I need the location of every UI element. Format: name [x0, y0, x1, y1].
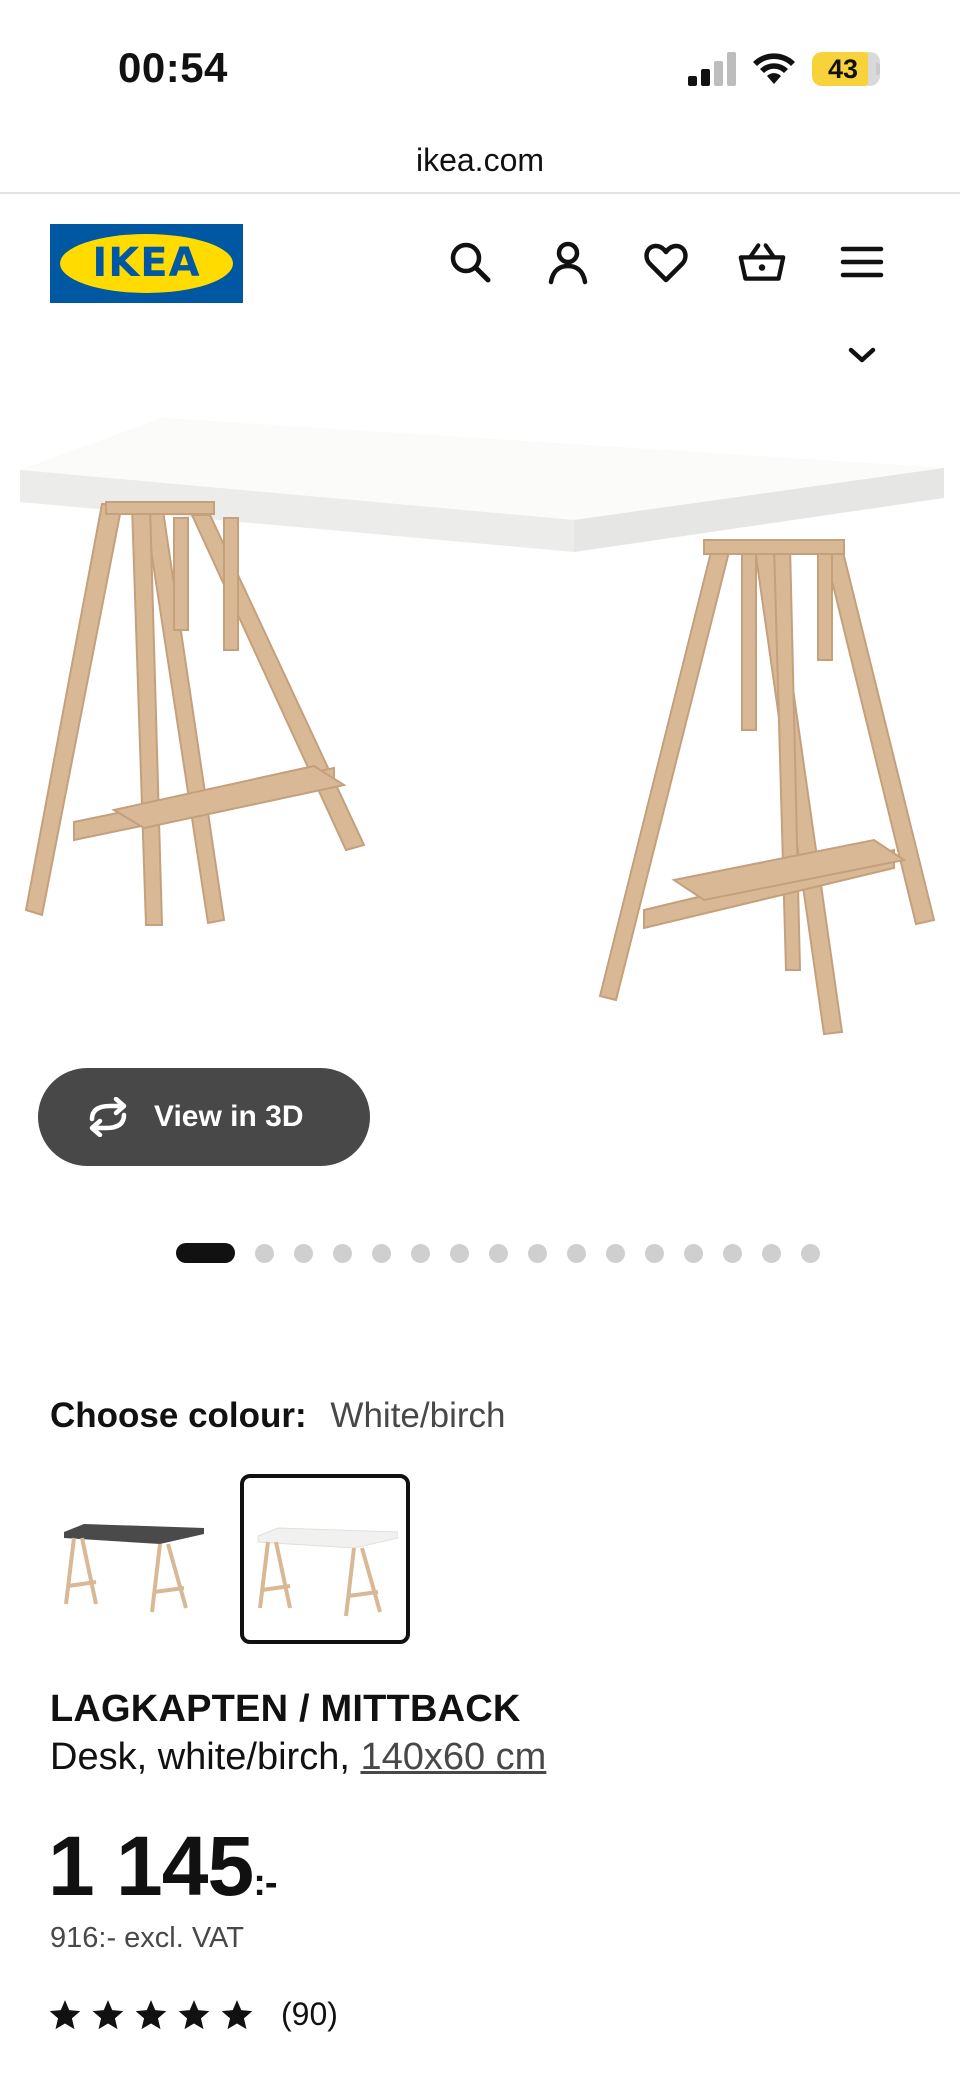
status-bar: 00:54 43	[0, 0, 960, 120]
price-value: 1 145	[48, 1819, 254, 1913]
pager-dot[interactable]	[333, 1243, 352, 1263]
rotate-3d-icon	[89, 1097, 127, 1137]
view-in-3d-button[interactable]: View in 3D	[38, 1068, 370, 1166]
pager-dot[interactable]	[762, 1243, 781, 1263]
review-count: (90)	[281, 1996, 338, 2032]
pager-dot[interactable]	[294, 1243, 313, 1263]
selected-colour: White/birch	[330, 1396, 506, 1435]
ikea-logo[interactable]: IKEA	[50, 224, 243, 303]
pager-dot[interactable]	[567, 1243, 586, 1263]
logo-text: IKEA	[92, 240, 201, 286]
site-header: IKEA	[0, 196, 960, 326]
colour-label: Choose colour:	[50, 1396, 307, 1435]
pager-dot[interactable]	[372, 1243, 391, 1263]
basket-icon[interactable]	[738, 238, 786, 286]
chevron-down-icon[interactable]	[848, 346, 876, 364]
pager-dot[interactable]	[645, 1243, 664, 1263]
product-size-link[interactable]: 140x60 cm	[360, 1736, 546, 1778]
product-name: LAGKAPTEN / MITTBACK	[50, 1688, 521, 1730]
pager-dot[interactable]	[176, 1243, 235, 1263]
pager-dot[interactable]	[489, 1243, 508, 1263]
product-image[interactable]	[14, 410, 946, 1070]
star-icon	[49, 1999, 81, 2029]
colour-swatch-black-birch[interactable]	[50, 1474, 220, 1644]
star-icon	[92, 1999, 124, 2029]
product-rating[interactable]: (90)	[48, 1996, 338, 2033]
pager-dot[interactable]	[411, 1243, 430, 1263]
pager-dot[interactable]	[450, 1243, 469, 1263]
colour-chooser: Choose colour: White/birch	[50, 1396, 505, 1436]
view-in-3d-label: View in 3D	[154, 1100, 304, 1133]
battery-level: 43	[827, 54, 859, 84]
star-icon	[135, 1999, 167, 2029]
status-time: 00:54	[118, 44, 228, 91]
wifi-icon	[753, 53, 795, 84]
account-icon[interactable]	[544, 238, 592, 286]
image-pager[interactable]	[176, 1242, 840, 1264]
url-text: ikea.com	[415, 142, 545, 178]
pager-dot[interactable]	[801, 1243, 820, 1263]
heart-icon[interactable]	[642, 238, 690, 286]
pager-dot[interactable]	[723, 1243, 742, 1263]
menu-icon[interactable]	[838, 238, 886, 286]
star-icon	[178, 1999, 210, 2029]
cellular-signal-icon	[688, 52, 736, 86]
pager-dot[interactable]	[606, 1243, 625, 1263]
colour-swatch-white-birch[interactable]	[240, 1474, 410, 1644]
pager-dot[interactable]	[684, 1243, 703, 1263]
pager-dot[interactable]	[528, 1243, 547, 1263]
product-description: Desk, white/birch, 140x60 cm	[50, 1736, 546, 1779]
search-icon[interactable]	[446, 238, 494, 286]
product-price: 1 145:-	[48, 1818, 278, 1915]
price-excl-vat: 916:- excl. VAT	[50, 1922, 244, 1954]
price-suffix: :-	[253, 1862, 277, 1904]
address-bar[interactable]: ikea.com	[0, 130, 960, 194]
star-icon	[221, 1999, 253, 2029]
pager-dot[interactable]	[255, 1243, 274, 1263]
battery-icon: 43	[812, 52, 880, 86]
product-description-text: Desk, white/birch,	[50, 1736, 361, 1778]
